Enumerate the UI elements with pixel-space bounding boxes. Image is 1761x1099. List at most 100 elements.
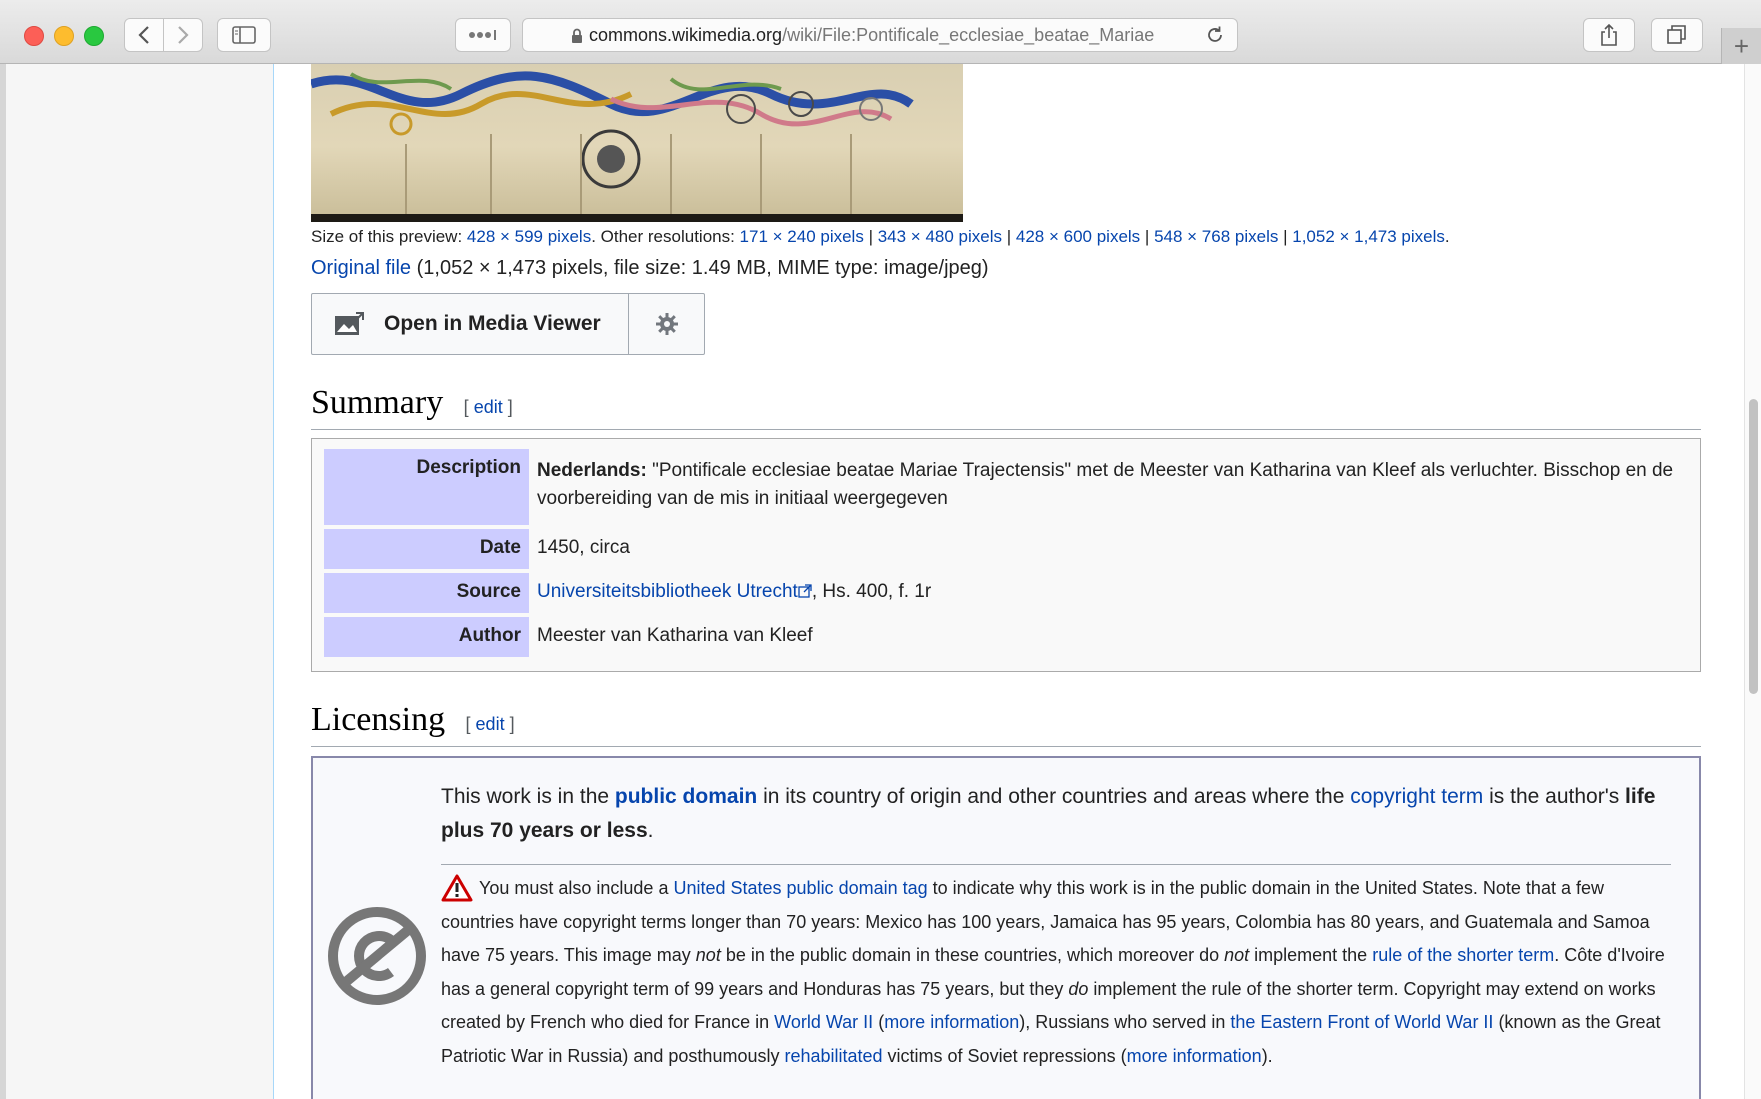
gear-icon: [655, 313, 678, 335]
author-value: Meester van Katharina van Kleef: [537, 625, 813, 646]
shorter-term-link[interactable]: rule of the shorter term: [1372, 945, 1554, 965]
separator: |: [863, 227, 878, 246]
reader-button[interactable]: [455, 18, 511, 52]
licensing-title: Licensing: [311, 701, 446, 738]
share-button[interactable]: [1583, 18, 1635, 52]
vertical-scrollbar[interactable]: [1744, 64, 1761, 1099]
forward-button[interactable]: [163, 18, 203, 52]
licensing-edit-link[interactable]: edit: [476, 714, 505, 734]
open-media-viewer-button[interactable]: Open in Media Viewer: [312, 294, 629, 354]
new-tab-button[interactable]: +: [1721, 28, 1761, 64]
period: .: [1444, 227, 1450, 246]
lock-icon: [572, 28, 582, 43]
licensing-edit: [ edit ]: [466, 714, 515, 734]
summary-heading: Summary [ edit ]: [311, 384, 1701, 430]
preview-size-line: Size of this preview: 428 × 599 pixels. …: [311, 227, 1450, 247]
notice-text: (: [873, 1012, 885, 1032]
notice-emphasis: do: [1068, 978, 1089, 999]
original-file-info: (1,052 × 1,473 pixels, file size: 1.49 M…: [411, 257, 989, 279]
bracket-close: ]: [502, 397, 513, 417]
manuscript-preview-image[interactable]: [311, 64, 963, 222]
sidebar-icon: [232, 26, 256, 44]
us-tag-notice: You must also include a United States pu…: [441, 872, 1681, 1073]
source-link[interactable]: Universiteitsbibliotheek Utrecht: [537, 581, 798, 602]
manuscript-ornament: [311, 71, 914, 214]
back-icon: [138, 26, 149, 44]
description-label: Description: [324, 449, 529, 525]
license-text: This work is in the: [441, 785, 615, 808]
reload-icon[interactable]: [1205, 25, 1225, 45]
address-bar[interactable]: commons.wikimedia.org/wiki/File:Pontific…: [522, 18, 1238, 52]
summary-title: Summary: [311, 384, 444, 421]
notice-text: be in the public domain in these countri…: [720, 945, 1225, 965]
date-row: Date 1450, circa: [324, 529, 1688, 569]
other-resolutions-label: . Other resolutions:: [591, 227, 740, 246]
resolution-link-171[interactable]: 171 × 240 pixels: [740, 227, 864, 246]
minimize-window-button[interactable]: [54, 26, 74, 46]
media-viewer-control: Open in Media Viewer: [311, 293, 705, 355]
notice-emphasis: not: [695, 945, 721, 965]
date-value: 1450, circa: [537, 537, 630, 558]
resolution-link-548[interactable]: 548 × 768 pixels: [1154, 227, 1278, 246]
reader-icon: [469, 30, 496, 40]
public-domain-license-box: This work is in the public domain in its…: [311, 756, 1701, 1099]
notice-text: ), Russians who served in: [1019, 1012, 1231, 1032]
public-domain-icon: [328, 907, 426, 1005]
bracket-close: ]: [504, 714, 515, 734]
notice-text: You must also include a: [479, 878, 674, 898]
original-file-line: Original file (1,052 × 1,473 pixels, fil…: [311, 257, 989, 280]
rehabilitated-link[interactable]: rehabilitated: [784, 1046, 882, 1066]
summary-edit: [ edit ]: [464, 397, 513, 417]
back-button[interactable]: [124, 18, 164, 52]
resolution-link-428[interactable]: 428 × 600 pixels: [1016, 227, 1140, 246]
external-link-icon: [798, 584, 812, 598]
bracket-open: [: [465, 714, 476, 734]
licensing-heading: Licensing [ edit ]: [311, 701, 1701, 747]
ww2-link[interactable]: World War II: [774, 1012, 873, 1032]
media-viewer-icon: [335, 312, 364, 335]
preview-size-link[interactable]: 428 × 599 pixels: [467, 227, 591, 246]
close-window-button[interactable]: [24, 26, 44, 46]
original-file-link[interactable]: Original file: [311, 257, 411, 279]
us-pd-tag-link[interactable]: United States public domain tag: [673, 878, 927, 898]
license-text: in its country of origin and other count…: [757, 785, 1351, 808]
source-rest: , Hs. 400, f. 1r: [811, 581, 932, 602]
media-viewer-settings-button[interactable]: [629, 294, 704, 354]
resolution-link-1052[interactable]: 1,052 × 1,473 pixels: [1292, 227, 1445, 246]
information-table: Description Nederlands: "Pontificale ecc…: [311, 438, 1701, 672]
separator: |: [1002, 227, 1016, 246]
page-viewport: Size of this preview: 428 × 599 pixels. …: [6, 64, 1744, 1099]
more-info-link-1[interactable]: more information: [884, 1012, 1019, 1032]
description-lang: Nederlands:: [537, 460, 647, 481]
browser-toolbar: commons.wikimedia.org/wiki/File:Pontific…: [0, 0, 1761, 64]
author-row: Author Meester van Katharina van Kleef: [324, 617, 1688, 657]
notice-text: ).: [1261, 1045, 1273, 1066]
description-text: "Pontificale ecclesiae beatae Mariae Tra…: [537, 460, 1674, 509]
sidebar-toggle-button[interactable]: [217, 18, 271, 52]
notice-text: implement the: [1249, 945, 1373, 965]
url-text: commons.wikimedia.org/wiki/File:Pontific…: [589, 25, 1189, 46]
eastern-front-link[interactable]: the Eastern Front of World War II: [1230, 1012, 1493, 1032]
copyright-term-link[interactable]: copyright term: [1350, 785, 1483, 808]
summary-edit-link[interactable]: edit: [474, 397, 503, 417]
resolution-link-343[interactable]: 343 × 480 pixels: [878, 227, 1002, 246]
description-row: Description Nederlands: "Pontificale ecc…: [324, 449, 1688, 525]
forward-icon: [178, 26, 189, 44]
scrollbar-thumb[interactable]: [1749, 399, 1758, 694]
source-label: Source: [324, 573, 529, 613]
url-path: /wiki/File:Pontificale_ecclesiae_beatae_…: [782, 24, 1155, 45]
separator: |: [1140, 227, 1155, 246]
author-label: Author: [324, 617, 529, 657]
url-host: commons.wikimedia.org: [589, 24, 783, 45]
notice-emphasis: not: [1224, 945, 1250, 965]
show-tabs-button[interactable]: [1651, 18, 1703, 52]
preview-size-label: Size of this preview:: [311, 227, 467, 246]
more-info-link-2[interactable]: more information: [1127, 1046, 1262, 1066]
license-statement: This work is in the public domain in its…: [441, 780, 1671, 848]
zoom-window-button[interactable]: [84, 26, 104, 46]
tabs-icon: [1667, 25, 1686, 44]
bracket-open: [: [463, 397, 474, 417]
license-text: is the author's: [1483, 785, 1626, 808]
open-media-viewer-label: Open in Media Viewer: [384, 312, 601, 335]
public-domain-link[interactable]: public domain: [615, 785, 757, 808]
